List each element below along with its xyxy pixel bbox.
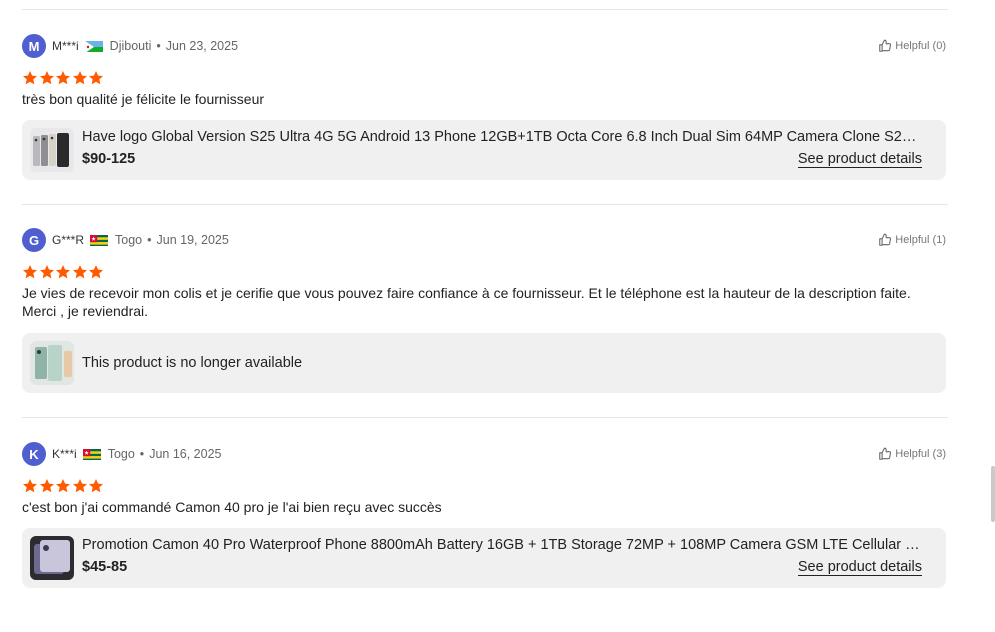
product-thumbnail[interactable]: [30, 128, 74, 172]
star-rating: [22, 70, 946, 86]
separator-dot: •: [156, 39, 161, 53]
reviewer-country: Togo: [115, 233, 143, 247]
review-item: G G***R Togo • Jun 19, 2025 Helpful (1): [22, 228, 946, 393]
reviewer-name: K***i: [52, 447, 77, 461]
avatar: M: [22, 34, 46, 58]
review-header: G G***R Togo • Jun 19, 2025 Helpful (1): [22, 228, 946, 252]
star-icon: [89, 71, 103, 85]
thumbs-up-icon: [879, 447, 892, 460]
helpful-button[interactable]: Helpful (1): [878, 233, 946, 247]
product-info: Have logo Global Version S25 Ultra 4G 5G…: [82, 128, 930, 172]
star-icon: [72, 265, 87, 279]
product-info: Promotion Camon 40 Pro Waterproof Phone …: [82, 536, 930, 580]
avatar: G: [22, 228, 46, 252]
separator-dot: •: [147, 233, 152, 247]
product-card[interactable]: Have logo Global Version S25 Ultra 4G 5G…: [22, 120, 946, 180]
product-title[interactable]: Have logo Global Version S25 Ultra 4G 5G…: [82, 129, 924, 145]
star-icon: [72, 479, 87, 493]
reviewer-country: Djibouti: [109, 39, 152, 53]
review-text: Je vies de recevoir mon colis et je ceri…: [22, 285, 911, 319]
product-unavailable-text: This product is no longer available: [82, 355, 303, 371]
star-icon: [89, 265, 103, 279]
review-item: M M***i Djibouti • Jun 23, 2025 Helpful …: [22, 34, 946, 180]
scrollbar[interactable]: [991, 466, 995, 522]
star-rating: [22, 264, 946, 280]
review-text: c'est bon j'ai commandé Camon 40 pro je …: [22, 499, 442, 515]
product-price: $45-85: [82, 559, 128, 575]
star-icon: [72, 71, 87, 85]
product-price: $90-125: [82, 151, 136, 167]
see-product-details-link[interactable]: See product details: [797, 559, 922, 576]
review-header: K K***i Togo • Jun 16, 2025 Helpful (3): [22, 442, 946, 466]
star-icon: [23, 265, 37, 279]
review-header: M M***i Djibouti • Jun 23, 2025 Helpful …: [22, 34, 946, 58]
see-product-details-link[interactable]: See product details: [797, 151, 922, 168]
reviews-list: M M***i Djibouti • Jun 23, 2025 Helpful …: [22, 0, 948, 588]
star-icon: [56, 479, 70, 493]
flag-icon: [82, 448, 101, 460]
product-thumbnail: [30, 341, 74, 385]
product-thumbnail[interactable]: [30, 536, 74, 580]
helpful-label: Helpful (3): [895, 448, 946, 460]
helpful-button[interactable]: Helpful (0): [878, 39, 946, 53]
star-icon: [89, 479, 103, 493]
review-date: Jun 16, 2025: [149, 447, 222, 461]
helpful-button[interactable]: Helpful (3): [878, 447, 946, 461]
star-icon: [39, 71, 54, 85]
helpful-label: Helpful (1): [895, 234, 946, 246]
product-card[interactable]: Promotion Camon 40 Pro Waterproof Phone …: [22, 528, 946, 588]
reviewer-name: M***i: [52, 39, 79, 53]
separator-dot: •: [139, 447, 145, 461]
review-item: K K***i Togo • Jun 16, 2025 Helpful (3): [22, 442, 946, 588]
star-rating: [22, 478, 946, 494]
flag-icon: [90, 234, 109, 246]
review-date: Jun 19, 2025: [156, 233, 229, 247]
star-icon: [39, 479, 54, 493]
star-icon: [23, 71, 37, 85]
avatar: K: [22, 442, 46, 466]
star-icon: [39, 265, 54, 279]
helpful-label: Helpful (0): [895, 40, 946, 52]
star-icon: [56, 265, 70, 279]
review-date: Jun 23, 2025: [165, 39, 239, 53]
divider: [22, 9, 948, 10]
product-title[interactable]: Promotion Camon 40 Pro Waterproof Phone …: [82, 537, 924, 553]
star-icon: [56, 71, 70, 85]
star-icon: [23, 479, 37, 493]
thumbs-up-icon: [879, 233, 892, 246]
flag-icon: [84, 40, 103, 52]
divider: [22, 417, 948, 418]
reviewer-country: Togo: [107, 447, 135, 461]
product-card: This product is no longer available: [22, 333, 946, 393]
review-text: très bon qualité je félicite le fourniss…: [22, 91, 265, 107]
thumbs-up-icon: [879, 39, 892, 52]
reviewer-name: G***R: [52, 233, 85, 247]
divider: [22, 204, 948, 205]
